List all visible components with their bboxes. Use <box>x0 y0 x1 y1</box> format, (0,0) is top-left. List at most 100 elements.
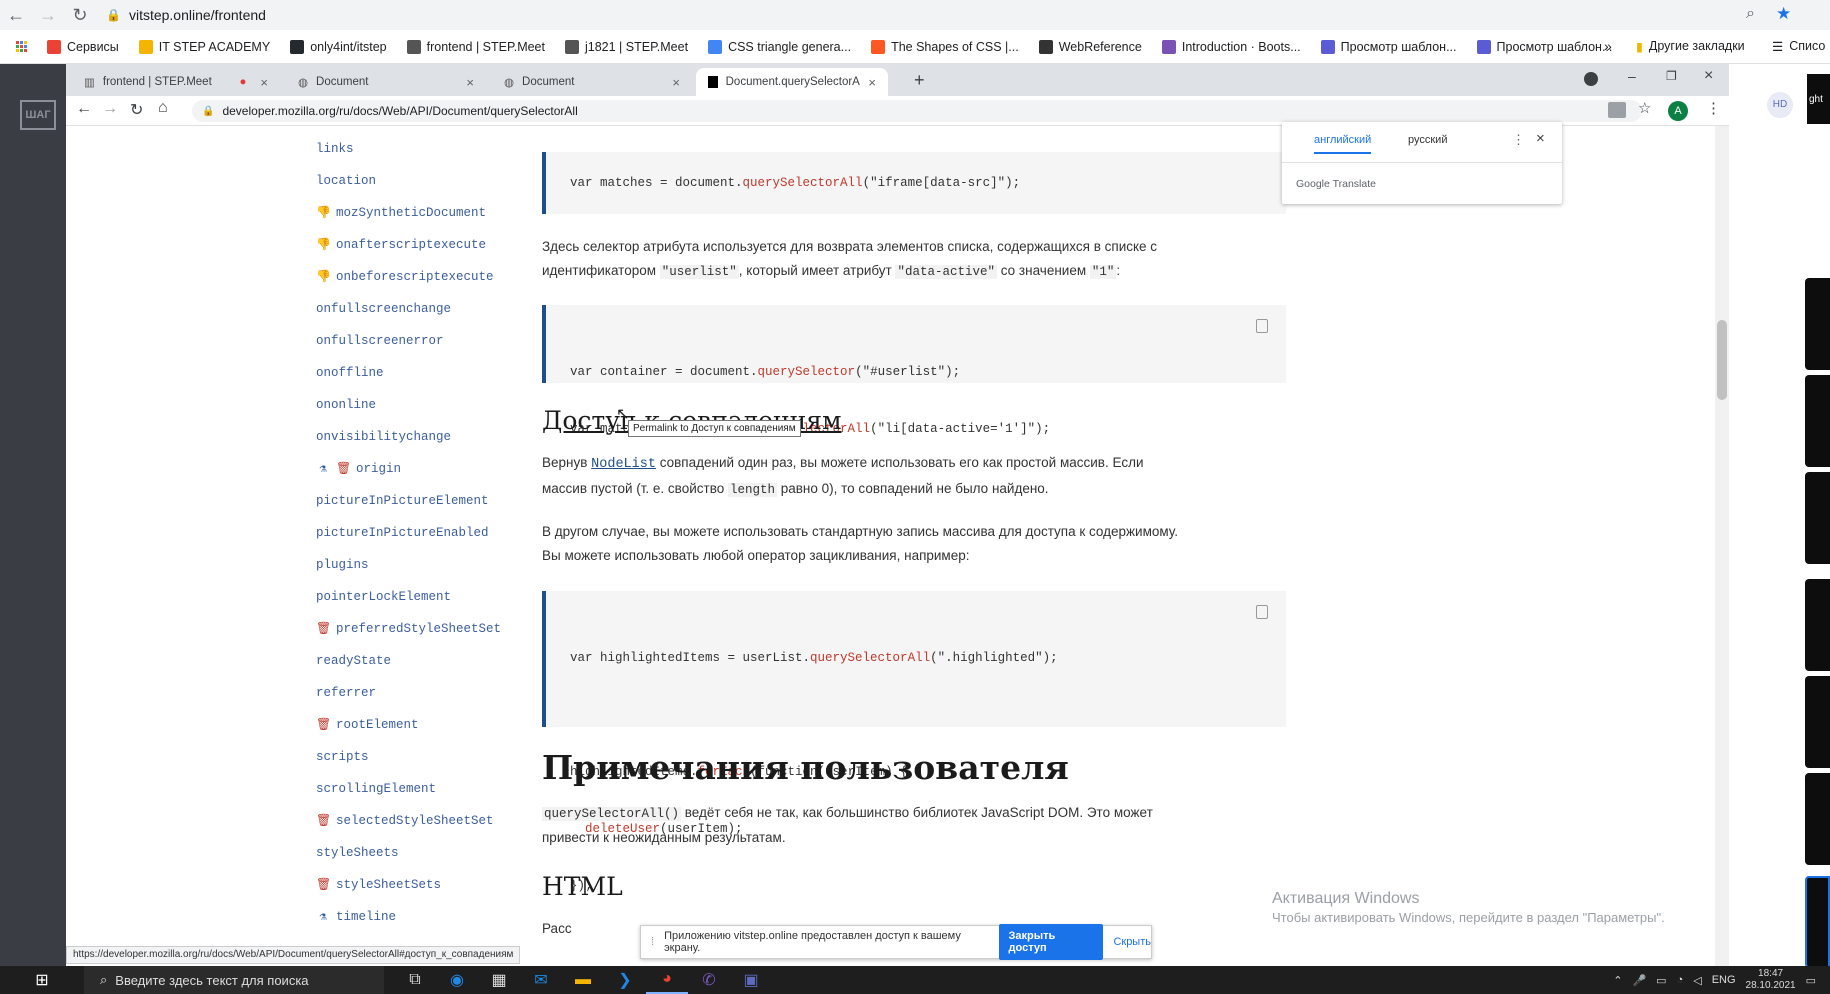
sidebar-item[interactable]: 🗑 selectedStyleSheetSet <box>316 812 494 830</box>
sidebar-item[interactable]: 👎 onafterscriptexecute <box>316 236 486 254</box>
star-icon[interactable]: ★ <box>1776 4 1791 24</box>
mic-icon[interactable]: 🎤 <box>1632 974 1646 987</box>
sidebar-item[interactable]: plugins <box>316 556 369 574</box>
translate-menu-icon[interactable]: ⋮ <box>1512 132 1525 148</box>
participant-badge[interactable]: HD <box>1767 92 1793 118</box>
sidebar-item[interactable]: 🗑 styleSheetSets <box>316 876 441 894</box>
sidebar-item[interactable]: scripts <box>316 748 369 766</box>
page-scrollbar[interactable] <box>1715 126 1729 966</box>
sidebar-item[interactable]: onfullscreenchange <box>316 300 451 318</box>
bookmark-item[interactable]: CSS triangle genera... <box>698 39 861 54</box>
sidebar-item[interactable]: 🗑 rootElement <box>316 716 419 734</box>
edge-icon[interactable]: ◉ <box>436 966 478 994</box>
close-icon[interactable]: × <box>1536 130 1545 147</box>
sidebar-item[interactable]: links <box>316 140 354 158</box>
inner-tab[interactable]: ◍ Document × <box>492 68 692 96</box>
sidebar-item[interactable]: ⚗ timeline <box>316 908 396 926</box>
sidebar-item[interactable]: 🗑 preferredStyleSheetSet <box>316 620 501 638</box>
reload-icon[interactable]: ↻ <box>130 100 143 120</box>
translate-icon[interactable] <box>1608 102 1626 118</box>
minimize-icon[interactable]: – <box>1628 68 1636 84</box>
outer-url-bar[interactable]: 🔒 vitstep.online/frontend <box>106 7 266 23</box>
avatar[interactable]: A <box>1668 101 1688 121</box>
viber-icon[interactable]: ✆ <box>688 966 730 994</box>
sidebar-item[interactable]: onfullscreenerror <box>316 332 444 350</box>
inner-url-bar[interactable]: 🔒 developer.mozilla.org/ru/docs/Web/API/… <box>192 100 1642 122</box>
battery-icon[interactable]: ▭ <box>1656 974 1666 987</box>
bookmark-item[interactable]: Introduction · Boots... <box>1152 39 1311 54</box>
clock[interactable]: 18:47 28.10.2021 <box>1746 968 1796 992</box>
close-tab-icon[interactable]: × <box>260 75 268 90</box>
stop-sharing-button[interactable]: Закрыть доступ <box>998 924 1104 960</box>
sidebar-item[interactable]: ononline <box>316 396 376 414</box>
reload-icon[interactable]: ↻ <box>64 0 96 30</box>
chevron-up-icon[interactable]: ⌃ <box>1613 974 1622 987</box>
home-icon[interactable]: ⌂ <box>158 99 168 117</box>
sidebar-item[interactable]: pictureInPictureElement <box>316 492 489 510</box>
back-icon[interactable]: ← <box>0 0 32 30</box>
maximize-icon[interactable]: ❐ <box>1666 69 1677 83</box>
language-indicator[interactable]: ENG <box>1712 974 1736 986</box>
bookmark-item[interactable]: The Shapes of CSS |... <box>861 39 1029 54</box>
participant-thumb[interactable] <box>1805 676 1830 768</box>
copy-icon[interactable] <box>1256 319 1268 333</box>
sidebar-item[interactable]: 👎 onbeforescriptexecute <box>316 268 494 286</box>
mail-icon[interactable]: ✉ <box>520 966 562 994</box>
bookmark-item[interactable]: frontend | STEP.Meet <box>397 39 555 54</box>
sidebar-item[interactable]: 👎 mozSyntheticDocument <box>316 204 486 222</box>
participant-thumb[interactable] <box>1805 375 1830 467</box>
sidebar-item[interactable]: scrollingElement <box>316 780 436 798</box>
network-icon[interactable]: ◔ <box>1677 974 1684 986</box>
grip-icon[interactable]: ⁞ <box>651 936 654 948</box>
notifications-icon[interactable]: ▭ <box>1806 974 1816 987</box>
reading-list[interactable]: ☰ Списо <box>1772 39 1825 54</box>
tab-search-icon[interactable] <box>1584 72 1598 86</box>
inner-tab[interactable]: ▥ frontend | STEP.Meet ● × <box>72 68 280 96</box>
bookmark-item[interactable]: j1821 | STEP.Meet <box>555 39 698 54</box>
task-view-icon[interactable]: ⧉ <box>394 966 436 994</box>
vscode-icon[interactable]: ❯ <box>604 966 646 994</box>
sidebar-item[interactable]: pictureInPictureEnabled <box>316 524 489 542</box>
bookmark-item[interactable]: only4int/itstep <box>280 39 396 54</box>
apps-icon[interactable] <box>6 41 37 52</box>
scrollbar-thumb[interactable] <box>1717 320 1727 400</box>
forward-icon[interactable]: → <box>102 100 118 118</box>
bookmark-item[interactable]: WebReference <box>1029 39 1152 54</box>
menu-icon[interactable]: ⋮ <box>1706 99 1721 117</box>
back-icon[interactable]: ← <box>76 100 92 118</box>
bookmark-item[interactable]: Просмотр шаблон... <box>1311 39 1467 54</box>
windows-start-icon[interactable]: ⊞ <box>0 966 84 994</box>
sidebar-item[interactable]: ⚗ 🗑 origin <box>316 460 401 478</box>
tab-english[interactable]: английский <box>1314 134 1372 154</box>
hide-button[interactable]: Скрыть <box>1113 936 1151 948</box>
inner-tab[interactable]: ◍ Document × <box>286 68 486 96</box>
forward-icon[interactable]: → <box>32 0 64 30</box>
sidebar-item[interactable]: readyState <box>316 652 391 670</box>
star-outline-icon[interactable]: ☆ <box>1638 99 1651 117</box>
participant-thumb[interactable] <box>1805 773 1830 865</box>
bookmark-item[interactable]: IT STEP ACADEMY <box>129 39 280 54</box>
store-icon[interactable]: ▦ <box>478 966 520 994</box>
volume-icon[interactable]: ◁ <box>1693 974 1701 987</box>
sidebar-item[interactable]: pointerLockElement <box>316 588 451 606</box>
participant-thumb[interactable] <box>1805 472 1830 564</box>
inner-tab-active[interactable]: Document.querySelectorAll() - W × <box>696 68 888 96</box>
participant-thumb[interactable] <box>1805 278 1830 370</box>
sidebar-item[interactable]: onoffline <box>316 364 384 382</box>
tab-russian[interactable]: русский <box>1408 134 1447 146</box>
other-bookmarks[interactable]: ▮ Другие закладки <box>1636 39 1745 54</box>
taskbar-search[interactable]: ⌕ Введите здесь текст для поиска <box>84 966 384 994</box>
close-tab-icon[interactable]: × <box>672 75 680 90</box>
bookmark-item[interactable]: Просмотр шаблон... <box>1467 39 1623 54</box>
close-window-icon[interactable]: × <box>1704 67 1713 85</box>
participant-thumb-active[interactable] <box>1805 876 1830 968</box>
bookmark-item[interactable]: Сервисы <box>37 39 129 54</box>
new-tab-icon[interactable]: + <box>914 70 925 91</box>
explorer-icon[interactable]: ▬ <box>562 966 604 994</box>
zoom-icon[interactable]: ⌕ <box>1746 5 1755 23</box>
sidebar-item[interactable]: styleSheets <box>316 844 399 862</box>
close-tab-icon[interactable]: × <box>868 75 876 90</box>
copy-icon[interactable] <box>1256 605 1268 619</box>
nodelist-link[interactable]: NodeList <box>591 457 656 472</box>
chrome-icon[interactable]: ◕ <box>646 966 688 994</box>
